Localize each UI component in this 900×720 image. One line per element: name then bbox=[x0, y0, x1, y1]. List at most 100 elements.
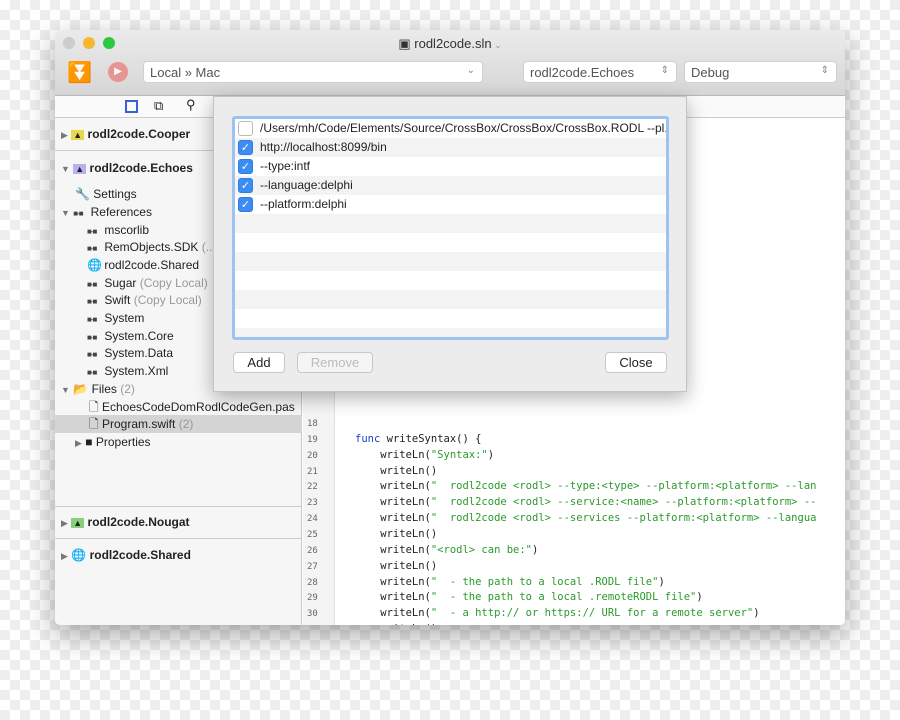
project-shared[interactable]: ▶ 🌐 rodl2code.Shared bbox=[55, 546, 302, 564]
checkbox[interactable] bbox=[238, 121, 253, 136]
class-navigator-icon[interactable]: ⧉ bbox=[154, 98, 163, 114]
code-text: writeLn( bbox=[355, 607, 431, 620]
checkmark-icon: ✓ bbox=[240, 180, 251, 192]
echoes-project-icon: ▲ bbox=[73, 164, 87, 174]
checkbox[interactable]: ✓ bbox=[238, 140, 253, 155]
argument-row[interactable]: ✓ http://localhost:8099/bin bbox=[235, 138, 666, 157]
argument-text: --platform:delphi bbox=[260, 197, 347, 211]
disclosure-down-icon[interactable]: ▼ bbox=[61, 164, 70, 174]
string-literal: "Syntax:" bbox=[430, 448, 488, 461]
chevron-down-icon: ⌄ bbox=[466, 65, 475, 76]
code-line: writeLn(" - the path to a local .RODL fi… bbox=[355, 575, 665, 588]
arguments-list[interactable]: /Users/mh/Code/Elements/Source/CrossBox/… bbox=[232, 116, 669, 340]
disclosure-right-icon[interactable]: ▶ bbox=[61, 130, 68, 140]
code-text: writeLn( bbox=[355, 575, 431, 588]
title-bar: ▣ rodl2code.sln ⌄ ⏬ ▶ Local » Mac ⌄ rodl2… bbox=[55, 30, 845, 96]
disclosure-down-icon[interactable]: ▼ bbox=[61, 385, 70, 395]
file-icon: 🗋 bbox=[89, 400, 99, 414]
string-literal: " - the path to a local .remoteRODL file… bbox=[430, 591, 697, 604]
code-line: writeLn() bbox=[355, 623, 437, 625]
code-text: writeLn( bbox=[355, 512, 431, 525]
disclosure-right-icon[interactable]: ▶ bbox=[75, 438, 82, 448]
code-text: writeLn( bbox=[355, 543, 431, 556]
properties-folder[interactable]: ▶ ■ Properties bbox=[55, 433, 302, 451]
configuration-popup[interactable]: Debug ⇕ bbox=[684, 61, 837, 83]
window-title[interactable]: ▣ rodl2code.sln ⌄ bbox=[55, 36, 845, 52]
globe-icon: 🌐 bbox=[71, 548, 87, 562]
argument-row[interactable] bbox=[235, 233, 666, 252]
destination-popup[interactable]: Local » Mac ⌄ bbox=[143, 61, 483, 83]
argument-row[interactable]: ✓ --type:intf bbox=[235, 157, 666, 176]
argument-row[interactable]: ✓ --platform:delphi bbox=[235, 195, 666, 214]
line-number: 24 bbox=[307, 514, 318, 525]
line-number: 21 bbox=[307, 466, 318, 477]
code-text: writeLn() bbox=[355, 559, 438, 572]
arguments-sheet: /Users/mh/Code/Elements/Source/CrossBox/… bbox=[213, 96, 687, 392]
code-text: writeLn() bbox=[355, 527, 438, 540]
code-text: ) bbox=[532, 543, 539, 556]
code-line: writeLn() bbox=[355, 528, 437, 540]
argument-row[interactable] bbox=[235, 271, 666, 290]
globe-icon: 🌐 bbox=[87, 258, 102, 272]
divider bbox=[55, 538, 302, 539]
line-number: 29 bbox=[307, 593, 318, 604]
build-icon[interactable]: ⏬ bbox=[67, 60, 92, 84]
argument-row[interactable]: ✓ --language:delphi bbox=[235, 176, 666, 195]
string-literal: "<rodl> can be:" bbox=[430, 543, 533, 556]
argument-row[interactable] bbox=[235, 290, 666, 309]
folder-icon: ■ bbox=[85, 435, 93, 449]
argument-row[interactable] bbox=[235, 309, 666, 328]
close-button[interactable]: Close bbox=[605, 352, 667, 373]
project-popup[interactable]: rodl2code.Echoes ⇕ bbox=[523, 61, 677, 83]
folder-icon: 📂 bbox=[73, 382, 89, 396]
code-text: writeLn( bbox=[355, 591, 431, 604]
code-line: writeLn("Syntax:") bbox=[355, 449, 494, 461]
argument-text: --type:intf bbox=[260, 159, 311, 173]
remove-button[interactable]: Remove bbox=[297, 352, 373, 373]
checkmark-icon: ✓ bbox=[240, 142, 251, 154]
disclosure-right-icon[interactable]: ▶ bbox=[61, 518, 68, 528]
string-literal: " - the path to a local .RODL file" bbox=[430, 575, 659, 588]
code-text: writeLn() bbox=[355, 623, 437, 625]
line-number: 22 bbox=[307, 482, 318, 493]
disclosure-down-icon[interactable]: ▼ bbox=[61, 208, 70, 218]
project-navigator-icon[interactable] bbox=[125, 100, 138, 113]
search-icon[interactable]: ⚲ bbox=[186, 97, 196, 113]
checkbox[interactable]: ✓ bbox=[238, 178, 253, 193]
keyword: func bbox=[355, 432, 381, 445]
code-line: writeLn("<rodl> can be:") bbox=[355, 544, 538, 556]
updown-icon: ⇕ bbox=[820, 65, 829, 76]
argument-text: http://localhost:8099/bin bbox=[260, 140, 387, 154]
file-item-selected[interactable]: 🗋 Program.swift (2) bbox=[55, 415, 302, 433]
code-text: ) bbox=[658, 575, 665, 588]
line-number: 23 bbox=[307, 498, 318, 509]
file-item[interactable]: 🗋 EchoesCodeDomRodlCodeGen.pas bbox=[55, 398, 302, 416]
code-line: writeLn(" rodl2code <rodl> --type:<type>… bbox=[355, 480, 816, 492]
checkbox[interactable]: ✓ bbox=[238, 159, 253, 174]
code-line: writeLn(" - a http:// or https:// URL fo… bbox=[355, 607, 759, 620]
cooper-project-icon: ▲ bbox=[71, 130, 85, 140]
solution-icon: ▣ bbox=[398, 36, 415, 51]
code-text: writeSyntax() { bbox=[380, 432, 482, 445]
checkmark-icon: ✓ bbox=[240, 161, 251, 173]
line-number: 26 bbox=[307, 545, 318, 556]
divider bbox=[55, 506, 302, 507]
code-text: writeLn() bbox=[355, 464, 438, 477]
project-nougat[interactable]: ▶ ▲ rodl2code.Nougat bbox=[55, 513, 302, 531]
argument-row[interactable] bbox=[235, 328, 666, 337]
run-button[interactable]: ▶ bbox=[108, 62, 128, 82]
code-line: writeLn(" - the path to a local .remoteR… bbox=[355, 591, 702, 604]
argument-row[interactable]: /Users/mh/Code/Elements/Source/CrossBox/… bbox=[235, 119, 666, 138]
line-number: 30 bbox=[307, 609, 318, 620]
argument-row[interactable] bbox=[235, 252, 666, 271]
checkbox[interactable]: ✓ bbox=[238, 197, 253, 212]
swift-file-icon: 🗋 bbox=[89, 417, 99, 431]
argument-row[interactable] bbox=[235, 214, 666, 233]
line-number: 20 bbox=[307, 450, 318, 461]
add-button[interactable]: Add bbox=[233, 352, 285, 373]
string-literal: " rodl2code <rodl> --services --platform… bbox=[430, 512, 817, 525]
nougat-project-icon: ▲ bbox=[71, 518, 85, 528]
code-line: writeLn(" rodl2code <rodl> --service:<na… bbox=[355, 496, 816, 508]
argument-text: /Users/mh/Code/Elements/Source/CrossBox/… bbox=[260, 121, 669, 135]
disclosure-right-icon[interactable]: ▶ bbox=[61, 551, 68, 561]
